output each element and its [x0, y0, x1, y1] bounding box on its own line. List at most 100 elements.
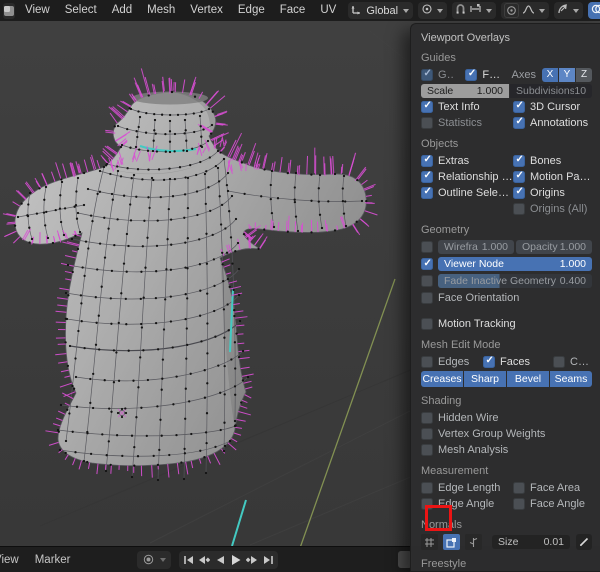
edge-length-checkbox[interactable]: [421, 481, 433, 494]
edge-length-option[interactable]: Edge Length: [421, 481, 513, 494]
floor-option[interactable]: Floor: [465, 68, 502, 81]
edit-value-icon[interactable]: [576, 534, 592, 550]
origins-all-option[interactable]: Origins (All): [513, 202, 592, 215]
origins-option[interactable]: Origins: [513, 186, 592, 199]
face-area-checkbox[interactable]: [513, 481, 525, 494]
vertex-group-weights-option[interactable]: Vertex Group Weights: [421, 427, 545, 440]
seams-button[interactable]: Seams: [550, 371, 592, 387]
statistics-checkbox[interactable]: [421, 116, 433, 129]
grid-checkbox[interactable]: [421, 68, 433, 81]
next-keyframe-button[interactable]: [245, 552, 260, 568]
menu-vertex[interactable]: Vertex: [183, 0, 230, 21]
relationship-lines-option[interactable]: Relationship Lines: [421, 170, 513, 183]
face-normals-toggle[interactable]: [443, 534, 460, 550]
motion-tracking-checkbox[interactable]: [421, 317, 433, 330]
extras-option[interactable]: Extras: [421, 154, 513, 167]
extras-checkbox[interactable]: [421, 154, 433, 167]
creases-button[interactable]: Creases: [421, 371, 463, 387]
floor-checkbox[interactable]: [465, 68, 478, 81]
bones-checkbox[interactable]: [513, 154, 525, 167]
show-gizmo-dropdown[interactable]: [554, 2, 584, 19]
bevel-button[interactable]: Bevel: [507, 371, 549, 387]
viewer-node-checkbox[interactable]: [421, 258, 433, 270]
timeline-menu-marker[interactable]: Marker: [27, 554, 79, 566]
menu-view[interactable]: View: [18, 0, 57, 21]
center-option[interactable]: Center: [553, 355, 592, 368]
jump-to-end-button[interactable]: [261, 552, 276, 568]
relationship-lines-checkbox[interactable]: [421, 170, 433, 183]
section-measurement: Measurement: [421, 465, 489, 477]
wireframe-slider[interactable]: Wirefra 1.000: [438, 240, 514, 254]
normals-size-slider[interactable]: Size 0.01: [492, 535, 570, 549]
grid-scale-slider[interactable]: Scale 1.000: [421, 83, 509, 98]
menu-select[interactable]: Select: [58, 0, 104, 21]
falloff-curve-icon: [522, 4, 535, 18]
grid-subdivisions-slider[interactable]: Subdivisions 10: [510, 83, 592, 98]
menu-add[interactable]: Add: [105, 0, 139, 21]
origins-checkbox[interactable]: [513, 186, 525, 199]
edge-angle-checkbox[interactable]: [421, 497, 433, 510]
face-area-option[interactable]: Face Area: [513, 481, 592, 494]
split-normals-toggle[interactable]: [465, 534, 482, 550]
annotations-option[interactable]: Annotations: [513, 116, 592, 129]
mesh-analysis-checkbox[interactable]: [421, 443, 433, 456]
axis-z-toggle[interactable]: Z: [576, 67, 592, 82]
motion-paths-option[interactable]: Motion Paths: [513, 170, 592, 183]
mesh-analysis-option[interactable]: Mesh Analysis: [421, 443, 508, 456]
3d-cursor-checkbox[interactable]: [513, 100, 525, 113]
show-overlays-dropdown[interactable]: [588, 2, 600, 19]
motion-paths-checkbox[interactable]: [513, 170, 525, 183]
sharp-button[interactable]: Sharp: [464, 371, 506, 387]
vertex-normals-toggle[interactable]: [421, 534, 438, 550]
proportional-editing-group[interactable]: [501, 2, 550, 19]
3d-cursor-option[interactable]: 3D Cursor: [513, 100, 592, 113]
section-guides: Guides: [421, 52, 456, 64]
edges-option[interactable]: Edges: [421, 355, 483, 368]
text-info-checkbox[interactable]: [421, 100, 433, 113]
editor-type-icon[interactable]: [3, 2, 15, 19]
menu-mesh[interactable]: Mesh: [140, 0, 182, 21]
edge-display-buttons: Creases Sharp Bevel Seams: [421, 371, 592, 387]
motion-tracking-option[interactable]: Motion Tracking: [421, 317, 516, 330]
face-angle-checkbox[interactable]: [513, 497, 525, 510]
face-angle-option[interactable]: Face Angle: [513, 497, 592, 510]
outline-selected-option[interactable]: Outline Selected: [421, 186, 513, 199]
origins-all-checkbox[interactable]: [513, 202, 525, 215]
grid-option[interactable]: Grid: [421, 68, 453, 81]
hidden-wire-option[interactable]: Hidden Wire: [421, 411, 499, 424]
axis-x-toggle[interactable]: X: [542, 67, 558, 82]
menu-edge[interactable]: Edge: [231, 0, 272, 21]
edge-angle-option[interactable]: Edge Angle: [421, 497, 513, 510]
text-info-option[interactable]: Text Info: [421, 100, 513, 113]
center-checkbox[interactable]: [553, 355, 565, 368]
previous-keyframe-button[interactable]: [197, 552, 212, 568]
fade-inactive-checkbox[interactable]: [421, 275, 433, 287]
jump-to-start-button[interactable]: [181, 552, 196, 568]
statistics-option[interactable]: Statistics: [421, 116, 513, 129]
play-button[interactable]: [229, 552, 244, 568]
axis-y-toggle[interactable]: Y: [559, 67, 575, 82]
menu-uv[interactable]: UV: [313, 0, 343, 21]
bones-option[interactable]: Bones: [513, 154, 592, 167]
snapping-group[interactable]: [452, 2, 497, 19]
hidden-wire-checkbox[interactable]: [421, 411, 433, 424]
face-orientation-option[interactable]: Face Orientation: [421, 291, 519, 304]
menu-face[interactable]: Face: [273, 0, 313, 21]
annotations-checkbox[interactable]: [513, 116, 525, 129]
viewer-node-slider[interactable]: Viewer Node 1.000: [438, 257, 592, 271]
faces-option[interactable]: Faces: [483, 355, 553, 368]
timeline-menu-view[interactable]: View: [0, 554, 27, 566]
record-button[interactable]: [141, 552, 156, 568]
pivot-point-dropdown[interactable]: [418, 2, 448, 19]
edges-checkbox[interactable]: [421, 355, 433, 368]
play-reverse-button[interactable]: [213, 552, 228, 568]
outline-selected-checkbox[interactable]: [421, 186, 433, 199]
transform-orientation-dropdown[interactable]: Global: [348, 2, 414, 19]
viewport-header: View Select Add Mesh Vertex Edge Face UV…: [0, 0, 600, 21]
wireframe-checkbox[interactable]: [421, 241, 433, 253]
opacity-slider[interactable]: Opacity 1.000: [516, 240, 592, 254]
fade-inactive-slider[interactable]: Fade Inactive Geometry 0.400: [438, 274, 592, 288]
face-orientation-checkbox[interactable]: [421, 291, 433, 304]
vertex-group-weights-checkbox[interactable]: [421, 427, 433, 440]
faces-checkbox[interactable]: [483, 355, 495, 368]
